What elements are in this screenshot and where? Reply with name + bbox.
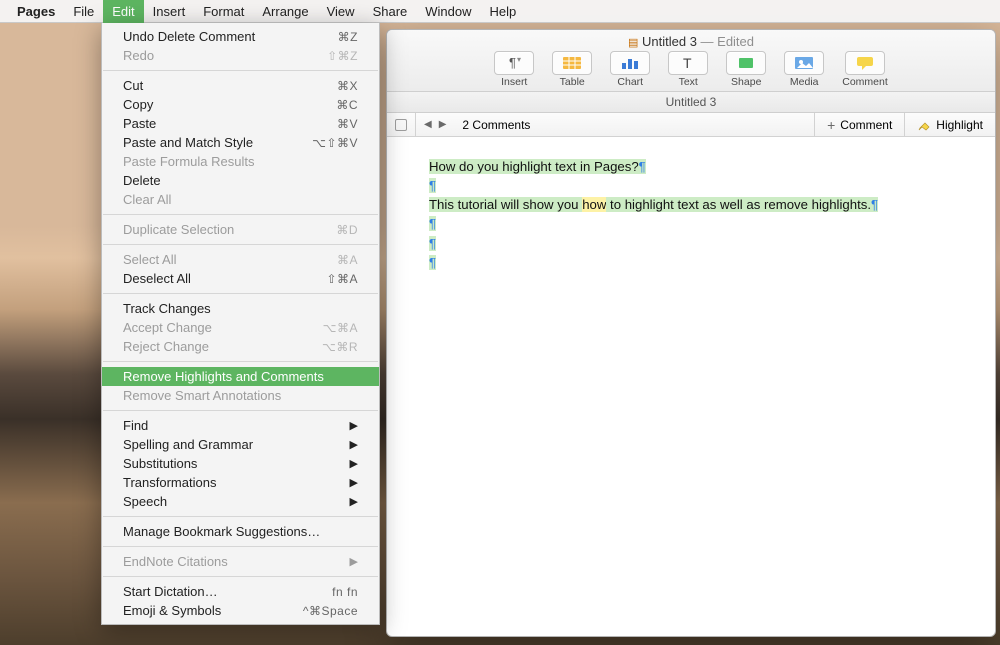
text-icon: T [668, 51, 708, 75]
window-title: ▤ Untitled 3 — Edited [387, 30, 995, 49]
chevron-right-icon: ▶ [350, 438, 358, 451]
menu-item-reject-change: Reject Change⌥⌘R [102, 337, 379, 356]
menu-file[interactable]: File [64, 0, 103, 23]
pilcrow-icon: ¶ [871, 197, 878, 212]
menu-share[interactable]: Share [364, 0, 417, 23]
toolbar-chart-label: Chart [617, 76, 643, 88]
menu-item-paste-formula-results: Paste Formula Results [102, 152, 379, 171]
toolbar-insert-button[interactable]: ¶▾Insert [494, 51, 534, 88]
menubar: Pages File Edit Insert Format Arrange Vi… [0, 0, 1000, 23]
toolbar-shape-label: Shape [731, 76, 761, 88]
add-comment-label: Comment [840, 118, 892, 132]
menu-item-duplicate-selection: Duplicate Selection⌘D [102, 220, 379, 239]
toolbar-chart-button[interactable]: Chart [610, 51, 650, 88]
shape-icon [726, 51, 766, 75]
svg-text:▾: ▾ [517, 55, 521, 64]
toolbar-table-button[interactable]: Table [552, 51, 592, 88]
menu-item-transformations[interactable]: Transformations▶ [102, 473, 379, 492]
menu-item-cut[interactable]: Cut⌘X [102, 76, 379, 95]
highlight-button[interactable]: Highlight [905, 113, 995, 137]
menu-item-manage-bookmark-suggestions[interactable]: Manage Bookmark Suggestions… [102, 522, 379, 541]
pilcrow-icon: ¶ [429, 178, 436, 193]
chevron-right-icon: ▶ [350, 457, 358, 470]
menu-item-speech[interactable]: Speech▶ [102, 492, 379, 511]
chevron-right-icon: ▶ [350, 555, 358, 568]
toolbar-shape-button[interactable]: Shape [726, 51, 766, 88]
pages-window: ▤ Untitled 3 — Edited ¶▾InsertTableChart… [386, 29, 996, 637]
prev-comment-button[interactable]: ◀ [424, 119, 432, 130]
body-line-2-hl: how [582, 197, 606, 212]
menu-item-redo: Redo⇧⌘Z [102, 46, 379, 65]
menu-item-find[interactable]: Find▶ [102, 416, 379, 435]
menu-item-emoji-symbols[interactable]: Emoji & Symbols^⌘Space [102, 601, 379, 620]
menu-window[interactable]: Window [416, 0, 480, 23]
chevron-right-icon: ▶ [350, 495, 358, 508]
body-line-2b: to highlight text as well as remove high… [606, 197, 871, 212]
menu-item-remove-highlights-and-comments[interactable]: Remove Highlights and Comments [102, 367, 379, 386]
menu-item-spelling-and-grammar[interactable]: Spelling and Grammar▶ [102, 435, 379, 454]
menu-item-paste[interactable]: Paste⌘V [102, 114, 379, 133]
body-line-1: How do you highlight text in Pages? [429, 159, 639, 174]
panel-icon [395, 119, 407, 131]
toolbar-text-label: Text [679, 76, 698, 88]
document-name-bar: Untitled 3 [387, 92, 995, 113]
menu-help[interactable]: Help [481, 0, 526, 23]
pilcrow-icon: ¶ [429, 216, 436, 231]
menu-arrange[interactable]: Arrange [253, 0, 317, 23]
title-text: Untitled 3 [642, 34, 697, 49]
menu-item-paste-and-match-style[interactable]: Paste and Match Style⌥⇧⌘V [102, 133, 379, 152]
menu-format[interactable]: Format [194, 0, 253, 23]
table-icon [552, 51, 592, 75]
toolbar-media-button[interactable]: Media [784, 51, 824, 88]
toolbar-insert-label: Insert [501, 76, 527, 88]
highlight-label: Highlight [936, 118, 983, 132]
toolbar-text-button[interactable]: T Text [668, 51, 708, 88]
panel-toggle[interactable] [387, 119, 415, 131]
title-edited: — Edited [697, 34, 754, 49]
next-comment-button[interactable]: ▶ [439, 119, 447, 130]
menu-item-undo-delete-comment[interactable]: Undo Delete Comment⌘Z [102, 27, 379, 46]
document-body[interactable]: How do you highlight text in Pages?¶ ¶ T… [387, 137, 995, 292]
toolbar-comment-button[interactable]: Comment [842, 51, 888, 88]
menu-item-substitutions[interactable]: Substitutions▶ [102, 454, 379, 473]
pilcrow-icon: ¶ [639, 159, 646, 174]
titlebar: ▤ Untitled 3 — Edited ¶▾InsertTableChart… [387, 30, 995, 92]
svg-text:T: T [683, 55, 692, 71]
pilcrow-icon: ¶ [429, 236, 436, 251]
insert-icon: ¶▾ [494, 51, 534, 75]
menu-edit[interactable]: Edit [103, 0, 143, 23]
toolbar-comment-label: Comment [842, 76, 888, 88]
menu-item-endnote-citations: EndNote Citations▶ [102, 552, 379, 571]
toolbar: ¶▾InsertTableChartTTextShapeMediaComment [387, 51, 995, 88]
comment-count: 2 Comments [454, 118, 538, 132]
toolbar-table-label: Table [560, 76, 585, 88]
menu-item-start-dictation[interactable]: Start Dictation…fn fn [102, 582, 379, 601]
body-line-2a: This tutorial will show you [429, 197, 582, 212]
pilcrow-icon: ¶ [429, 255, 436, 270]
comment-icon [845, 51, 885, 75]
review-bar: ◀ ▶ 2 Comments + Comment Highlight [387, 113, 995, 137]
svg-text:¶: ¶ [509, 55, 516, 70]
menubar-app[interactable]: Pages [8, 0, 64, 23]
add-comment-button[interactable]: + Comment [815, 113, 904, 137]
menu-view[interactable]: View [318, 0, 364, 23]
chevron-right-icon: ▶ [350, 476, 358, 489]
plus-icon: + [827, 117, 835, 133]
menu-item-track-changes[interactable]: Track Changes [102, 299, 379, 318]
menu-item-accept-change: Accept Change⌥⌘A [102, 318, 379, 337]
highlighter-icon [917, 118, 931, 132]
menu-item-copy[interactable]: Copy⌘C [102, 95, 379, 114]
menu-item-clear-all: Clear All [102, 190, 379, 209]
media-icon [784, 51, 824, 75]
menu-item-delete[interactable]: Delete [102, 171, 379, 190]
chevron-right-icon: ▶ [350, 419, 358, 432]
menu-item-deselect-all[interactable]: Deselect All⇧⌘A [102, 269, 379, 288]
menu-item-select-all: Select All⌘A [102, 250, 379, 269]
chart-icon [610, 51, 650, 75]
menu-item-remove-smart-annotations: Remove Smart Annotations [102, 386, 379, 405]
menu-insert[interactable]: Insert [144, 0, 195, 23]
edit-menu-dropdown: Undo Delete Comment⌘ZRedo⇧⌘ZCut⌘XCopy⌘CP… [101, 23, 380, 625]
toolbar-media-label: Media [790, 76, 819, 88]
